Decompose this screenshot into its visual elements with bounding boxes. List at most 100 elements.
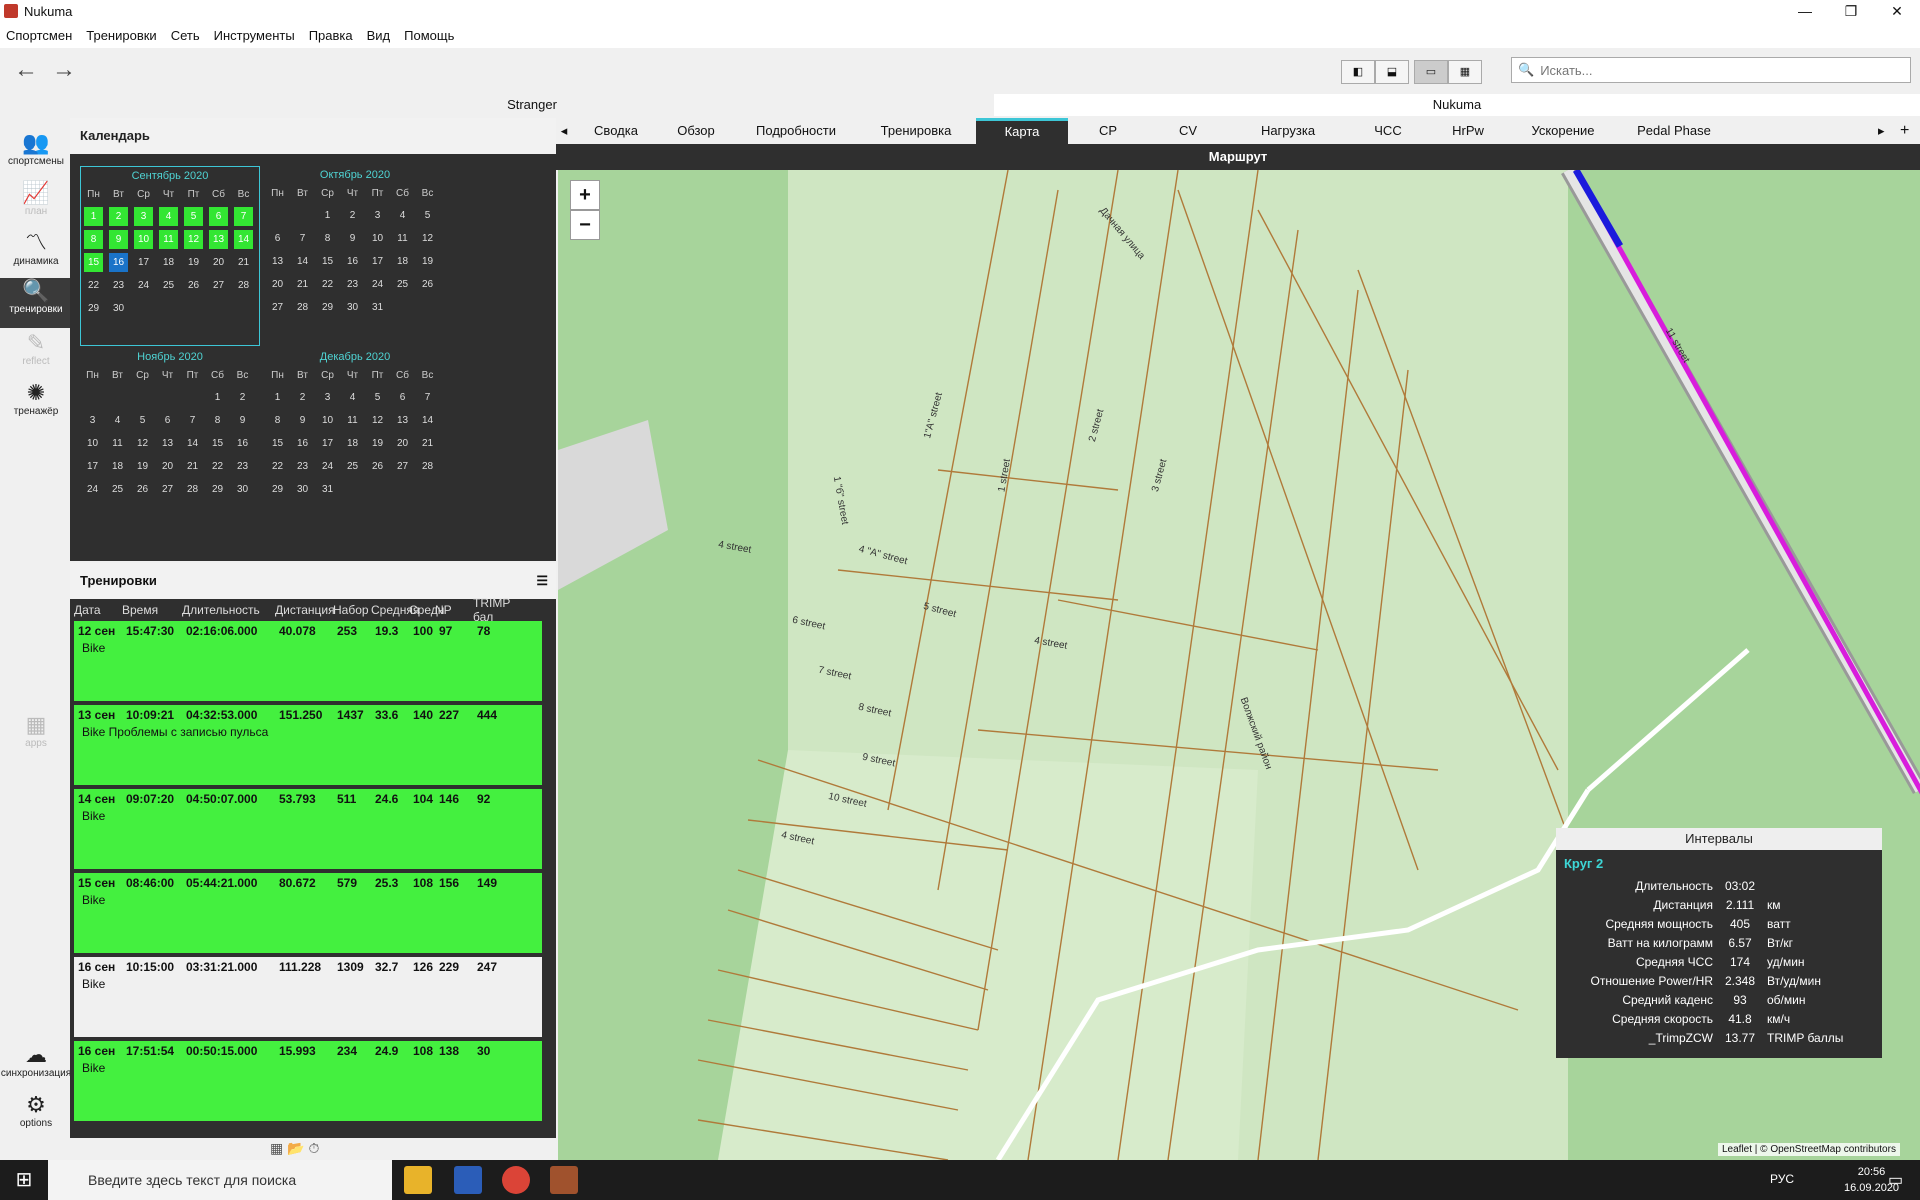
calendar-day[interactable]: 17 (80, 455, 105, 478)
tab-9[interactable]: HrPw (1428, 118, 1508, 144)
calendar-day[interactable]: 7 (290, 227, 315, 250)
calendar-day[interactable]: 21 (231, 251, 256, 274)
sidebar-item-apps[interactable]: ▦ apps (0, 712, 72, 762)
column-header[interactable]: Средн (409, 603, 444, 617)
ride-row[interactable]: 13 сен 10:09:21 04:32:53.000 151.250 1437 33.… (74, 705, 542, 785)
sidebar-item-options[interactable]: ⚙ options (0, 1092, 72, 1142)
calendar-day[interactable]: 13 (265, 250, 290, 273)
calendar-day[interactable]: 31 (315, 478, 340, 501)
calendar-day[interactable]: 2 (109, 207, 128, 226)
calendar-day[interactable]: 25 (340, 455, 365, 478)
calendar-day[interactable]: 19 (130, 455, 155, 478)
zoom-in-button[interactable]: + (570, 180, 600, 210)
calendar-day[interactable]: 2 (340, 204, 365, 227)
calendar-day[interactable]: 3 (315, 386, 340, 409)
calendar-day[interactable]: 29 (81, 297, 106, 320)
calendar-day[interactable]: 22 (265, 455, 290, 478)
calendar-day[interactable]: 19 (365, 432, 390, 455)
folder-icon[interactable]: 📂 (287, 1140, 304, 1156)
calendar-day[interactable]: 23 (230, 455, 255, 478)
calendar-day[interactable]: 13 (209, 230, 228, 249)
calendar-day[interactable]: 30 (230, 478, 255, 501)
tile-view-button[interactable]: ▦ (1448, 60, 1482, 84)
document-icon[interactable] (454, 1166, 482, 1194)
calendar-day[interactable]: 24 (80, 478, 105, 501)
calendar-day[interactable]: 30 (340, 296, 365, 319)
calendar-day[interactable]: 5 (365, 386, 390, 409)
calendar-day[interactable]: 18 (340, 432, 365, 455)
calendar-day[interactable]: 18 (105, 455, 130, 478)
calendar-day[interactable]: 10 (315, 409, 340, 432)
calendar-day[interactable]: 4 (159, 207, 178, 226)
calendar-day[interactable]: 7 (180, 409, 205, 432)
calendar-day[interactable]: 1 (265, 386, 290, 409)
calendar-day[interactable]: 14 (180, 432, 205, 455)
menu-edit[interactable]: Правка (309, 28, 353, 43)
calendar-day[interactable]: 19 (415, 250, 440, 273)
tab-2[interactable]: Подробности (736, 118, 856, 144)
zoom-out-button[interactable]: − (570, 210, 600, 240)
calendar-day[interactable]: 7 (415, 386, 440, 409)
calendar-day[interactable]: 4 (390, 204, 415, 227)
sidebar-item-train[interactable]: ✺ тренажёр (0, 380, 72, 430)
calendar-day[interactable]: 8 (315, 227, 340, 250)
calendar-day[interactable]: 3 (365, 204, 390, 227)
add-tab-icon[interactable]: + (1900, 118, 1920, 144)
calendar-day[interactable]: 8 (265, 409, 290, 432)
calendar-day[interactable]: 15 (205, 432, 230, 455)
chrome-icon[interactable] (502, 1166, 530, 1194)
calendar-day[interactable]: 8 (205, 409, 230, 432)
calendar-day[interactable]: 14 (234, 230, 253, 249)
back-arrow-icon[interactable]: ← (14, 56, 38, 84)
ride-row[interactable]: 16 сен 10:15:00 03:31:21.000 111.228 1309 32.… (74, 957, 542, 1037)
calendar-day[interactable]: 28 (415, 455, 440, 478)
calendar-day[interactable]: 26 (365, 455, 390, 478)
tab-8[interactable]: ЧСС (1348, 118, 1428, 144)
calendar-day[interactable]: 16 (109, 253, 128, 272)
tab-5[interactable]: CP (1068, 118, 1148, 144)
calendar-day[interactable]: 3 (134, 207, 153, 226)
column-header[interactable]: Длительность (182, 603, 275, 617)
column-header[interactable]: Набор (333, 603, 371, 617)
calendar-day[interactable]: 21 (290, 273, 315, 296)
calendar-day[interactable]: 16 (230, 432, 255, 455)
taskbar-search[interactable]: Введите здесь текст для поиска (48, 1160, 392, 1200)
calendar-day[interactable]: 4 (340, 386, 365, 409)
calendar-day[interactable]: 12 (365, 409, 390, 432)
calendar-day[interactable]: 7 (234, 207, 253, 226)
tab-scroll-right-icon[interactable]: ▸ (1878, 118, 1898, 144)
tab-1[interactable]: Обзор (656, 118, 736, 144)
calendar-day[interactable]: 3 (80, 409, 105, 432)
calendar-day[interactable]: 28 (231, 274, 256, 297)
calendar-day[interactable]: 29 (315, 296, 340, 319)
calendar-day[interactable]: 24 (315, 455, 340, 478)
calendar-day[interactable]: 27 (390, 455, 415, 478)
calendar-day[interactable]: 10 (80, 432, 105, 455)
column-header[interactable]: NP (435, 603, 473, 617)
calendar-day[interactable]: 11 (390, 227, 415, 250)
calendar-day[interactable]: 25 (390, 273, 415, 296)
calendar-day[interactable]: 27 (265, 296, 290, 319)
calendar-day[interactable]: 11 (340, 409, 365, 432)
ride-row[interactable]: 14 сен 09:07:20 04:50:07.000 53.793 511 24.6 1… (74, 789, 542, 869)
ride-row[interactable]: 15 сен 08:46:00 05:44:21.000 80.672 579 25.3 1… (74, 873, 542, 953)
calendar-day[interactable]: 16 (290, 432, 315, 455)
sidebar-item-sync[interactable]: ☁ синхронизация (0, 1042, 72, 1092)
close-button[interactable]: ✕ (1874, 0, 1920, 22)
maximize-button[interactable]: ❐ (1828, 0, 1874, 22)
calendar-day[interactable]: 13 (390, 409, 415, 432)
menu-view[interactable]: Вид (367, 28, 391, 43)
calendar-day[interactable]: 26 (415, 273, 440, 296)
athlete-tab-nukuma[interactable]: Nukuma (994, 94, 1920, 116)
language-indicator[interactable]: РУС (1770, 1172, 1794, 1186)
calendar-day[interactable]: 1 (205, 386, 230, 409)
calendar-day[interactable]: 24 (131, 274, 156, 297)
menu-share[interactable]: Сеть (171, 28, 200, 43)
calendar-day[interactable]: 2 (230, 386, 255, 409)
calendar-day[interactable]: 25 (156, 274, 181, 297)
calendar-day[interactable]: 17 (131, 251, 156, 274)
tab-view-button[interactable]: ▭ (1414, 60, 1448, 84)
calendar-day[interactable]: 1 (315, 204, 340, 227)
calendar-day[interactable]: 27 (206, 274, 231, 297)
calendar-day[interactable]: 6 (390, 386, 415, 409)
